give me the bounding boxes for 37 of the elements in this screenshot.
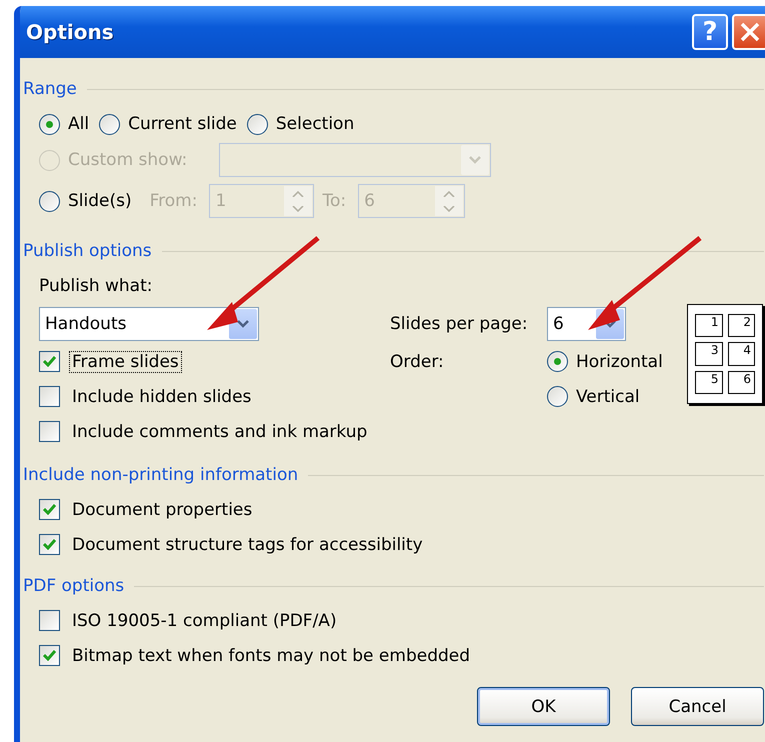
slide-number: 3 xyxy=(695,342,722,366)
field-label: Order: xyxy=(390,352,444,372)
help-button[interactable]: ? xyxy=(692,14,728,50)
radio-option[interactable]: Vertical xyxy=(547,386,640,407)
radio-option[interactable]: Slide(s) xyxy=(39,190,132,212)
group-title: Range xyxy=(23,79,77,99)
slide-number: 1 xyxy=(695,314,722,338)
checkbox-label: Include hidden slides xyxy=(71,386,252,406)
dropdown-value: 6 xyxy=(553,314,564,334)
checkbox-label: ISO 19005-1 compliant (PDF/A) xyxy=(71,610,338,630)
cancel-button[interactable]: Cancel xyxy=(631,687,764,726)
slide-number: 4 xyxy=(728,342,755,366)
dropdown-value: Handouts xyxy=(45,314,126,334)
to-label: To: xyxy=(322,191,346,211)
group-title: PDF options xyxy=(23,576,124,596)
group-title: Include non-printing information xyxy=(23,465,298,485)
field-label: Publish what: xyxy=(39,276,152,296)
radio-option[interactable]: Horizontal xyxy=(547,351,663,372)
ok-button[interactable]: OK xyxy=(477,687,610,726)
checkbox-label: Frame slides xyxy=(70,352,181,372)
field-value: 6 xyxy=(364,191,375,211)
field-value: 1 xyxy=(215,191,226,211)
checkbox-label: Include comments and ink markup xyxy=(71,422,368,442)
checkbox-label: Document properties xyxy=(71,500,254,520)
radio-option[interactable]: Current slide xyxy=(99,114,237,134)
field-label: Slides per page: xyxy=(390,314,528,334)
checkbox-label: Document structure tags for accessibility xyxy=(71,534,424,554)
slide-number: 2 xyxy=(728,314,755,338)
from-label: From: xyxy=(150,191,198,211)
radio-option[interactable]: All xyxy=(39,114,90,134)
radio-option[interactable]: Selection xyxy=(246,114,354,134)
group-title: Publish options xyxy=(23,241,152,261)
slide-number: 6 xyxy=(728,370,755,394)
window-title: Options xyxy=(26,20,115,44)
slide-number: 5 xyxy=(695,370,722,394)
publish-what-dropdown[interactable]: Handouts xyxy=(39,307,259,341)
checkbox-label: Bitmap text when fonts may not be embedded xyxy=(71,646,472,666)
